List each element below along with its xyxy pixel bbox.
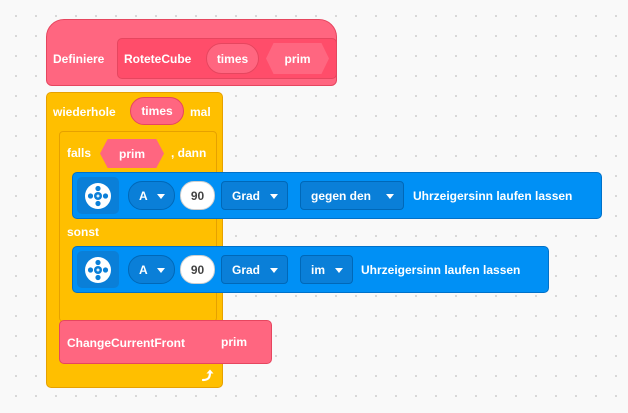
chevron-down-icon (386, 193, 394, 199)
repeat-label: wiederhole (53, 105, 116, 119)
param-prim[interactable]: prim (266, 43, 329, 74)
port-dropdown-1[interactable]: A (128, 181, 175, 210)
chevron-down-icon (157, 267, 165, 273)
define-label: Definiere (53, 52, 105, 66)
direction-dropdown-1[interactable]: gegen den (300, 181, 404, 210)
direction-value-2: im (311, 262, 326, 277)
if-condition-prim[interactable]: prim (100, 139, 164, 168)
unit-dropdown-2[interactable]: Grad (221, 255, 288, 284)
port-value-1: A (139, 188, 148, 203)
motor-icon (77, 177, 119, 214)
param-times[interactable]: times (206, 43, 259, 74)
call-label: ChangeCurrentFront (67, 336, 185, 350)
chevron-down-icon (157, 193, 165, 199)
chevron-down-icon (270, 267, 278, 273)
motor-text-2: Uhrzeigersinn laufen lassen (361, 263, 521, 277)
motor-icon (77, 251, 119, 288)
unit-value-2: Grad (232, 262, 261, 277)
port-value-2: A (139, 262, 148, 277)
call-arg-prim[interactable]: prim (202, 327, 266, 357)
unit-value-1: Grad (232, 188, 261, 203)
else-label: sonst (67, 225, 100, 239)
direction-dropdown-2[interactable]: im (300, 255, 353, 284)
direction-value-1: gegen den (311, 188, 372, 203)
port-dropdown-2[interactable]: A (128, 255, 175, 284)
degrees-input-1[interactable]: 90 (180, 181, 215, 210)
then-label: , dann (171, 146, 207, 160)
degrees-input-2[interactable]: 90 (180, 255, 215, 284)
loop-arrow-icon (199, 367, 215, 383)
unit-dropdown-1[interactable]: Grad (221, 181, 288, 210)
if-label: falls (67, 146, 92, 160)
repeat-times-reporter[interactable]: times (130, 97, 184, 125)
repeat-suffix: mal (190, 105, 211, 119)
chevron-down-icon (335, 267, 343, 273)
motor-text-1: Uhrzeigersinn laufen lassen (413, 189, 573, 203)
procedure-name: RoteteCube (124, 52, 192, 66)
chevron-down-icon (270, 193, 278, 199)
